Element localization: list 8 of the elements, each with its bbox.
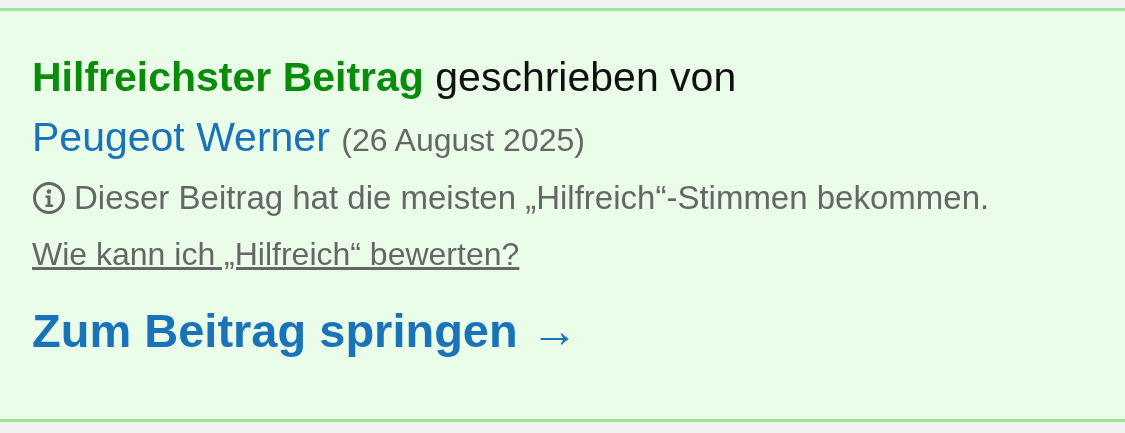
info-icon: [32, 181, 66, 215]
jump-to-post-link[interactable]: Zum Beitrag springen →: [32, 304, 578, 357]
post-date: (26 August 2025): [341, 122, 585, 158]
byline-text: geschrieben von: [435, 54, 737, 100]
best-answer-label: Hilfreichster Beitrag: [32, 54, 424, 100]
info-text: Dieser Beitrag hat die meisten „Hilfreich“-Stimmen bekommen.: [74, 178, 990, 218]
author-link[interactable]: Peugeot Werner: [32, 114, 330, 160]
help-link[interactable]: Wie kann ich „Hilfreich“ bewerten?: [32, 236, 520, 273]
